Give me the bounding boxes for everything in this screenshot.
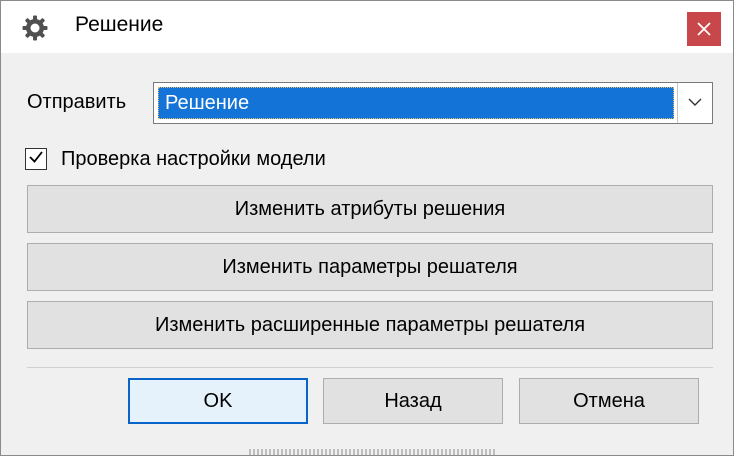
window-title: Решение xyxy=(75,13,164,36)
edit-advanced-params-button[interactable]: Изменить расширенные параметры решателя xyxy=(27,301,713,349)
chevron-down-icon xyxy=(688,94,702,112)
send-dropdown-value: Решение xyxy=(158,87,674,119)
close-icon xyxy=(696,21,712,37)
edit-attributes-button[interactable]: Изменить атрибуты решения xyxy=(27,185,713,233)
edit-solver-params-button[interactable]: Изменить параметры решателя xyxy=(27,243,713,291)
send-dropdown[interactable]: Решение xyxy=(153,82,713,124)
title-bar[interactable]: Решение xyxy=(1,1,733,53)
gear-icon xyxy=(21,14,49,42)
dropdown-arrow-button[interactable] xyxy=(677,83,712,123)
model-check-label: Проверка настройки модели xyxy=(61,147,326,170)
back-button[interactable]: Назад xyxy=(323,378,503,424)
close-button[interactable] xyxy=(687,12,721,46)
checkmark-icon xyxy=(27,148,45,171)
send-label: Отправить xyxy=(27,91,127,113)
resize-grip[interactable] xyxy=(249,449,495,455)
cancel-button[interactable]: Отмена xyxy=(519,378,699,424)
divider xyxy=(27,367,713,368)
ok-button[interactable]: OK xyxy=(128,378,308,424)
model-check-row[interactable]: Проверка настройки модели xyxy=(25,145,326,173)
model-check-checkbox[interactable] xyxy=(25,148,47,170)
solution-dialog: Решение Отправить Решение Проверка настр… xyxy=(0,0,734,456)
